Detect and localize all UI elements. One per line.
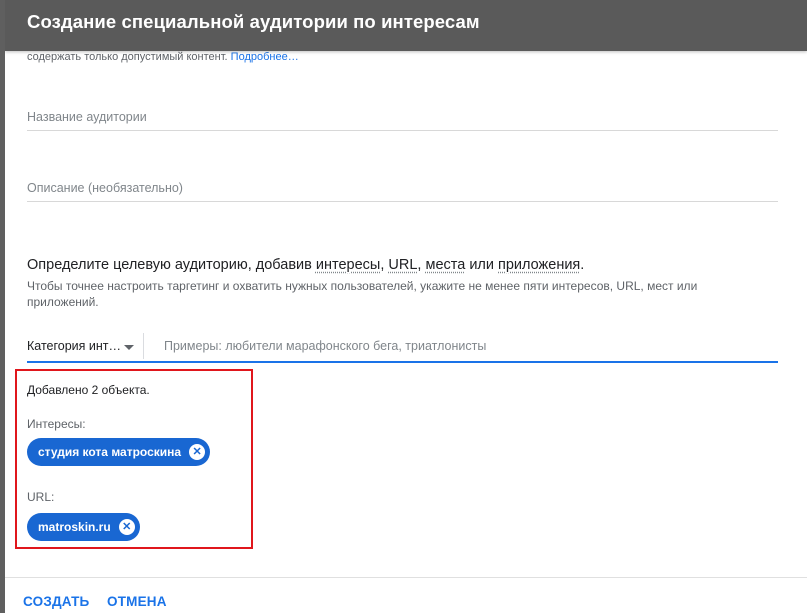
dialog-header: Создание специальной аудитории по интере… [5,0,807,51]
learn-more-link[interactable]: Подробнее… [231,51,299,63]
content-note: содержать только допустимый контент. Под… [27,51,299,63]
audience-name-input[interactable] [27,106,778,128]
category-dropdown-label: Категория инт… [27,339,122,353]
interest-chip-label: студия кота матроскина [38,445,182,459]
dialog-title: Создание специальной аудитории по интере… [27,11,480,32]
description-input[interactable] [27,177,778,199]
audience-name-field[interactable] [27,106,778,131]
targeting-subtitle: Чтобы точнее настроить таргетинг и охват… [27,279,698,309]
targeting-heading-text: Определите целевую аудиторию, добавив [27,257,316,273]
targeting-search-input[interactable] [164,335,764,357]
interests-group-label: Интересы: [27,417,86,431]
caret-down-icon [124,345,134,350]
apps-term: приложения [498,257,581,273]
footer-divider [5,577,807,578]
url-chip[interactable]: matroskin.ru ✕ [27,513,140,541]
added-count: Добавлено 2 объекта. [27,383,150,397]
separator: . [580,257,585,273]
interest-chip[interactable]: студия кота матроскина ✕ [27,438,211,466]
separator: или [465,257,499,273]
create-button[interactable]: СОЗДАТЬ [23,594,89,609]
places-term: места [425,257,466,273]
close-circle-icon[interactable]: ✕ [189,444,206,460]
targeting-search-row: Категория инт… [27,333,778,363]
url-term: URL [388,257,418,273]
audience-dialog: Создание специальной аудитории по интере… [5,0,807,613]
url-chip-label: matroskin.ru [38,520,111,534]
close-circle-icon[interactable]: ✕ [118,519,135,535]
url-group-label: URL: [27,490,55,504]
vertical-divider [143,333,144,359]
category-dropdown[interactable]: Категория инт… [27,333,139,359]
description-field[interactable] [27,177,778,202]
interests-term: интересы [315,257,381,273]
cancel-button[interactable]: ОТМЕНА [107,594,167,609]
content-note-text: содержать только допустимый контент. [27,51,228,63]
targeting-heading: Определите целевую аудиторию, добавив ин… [27,257,584,273]
